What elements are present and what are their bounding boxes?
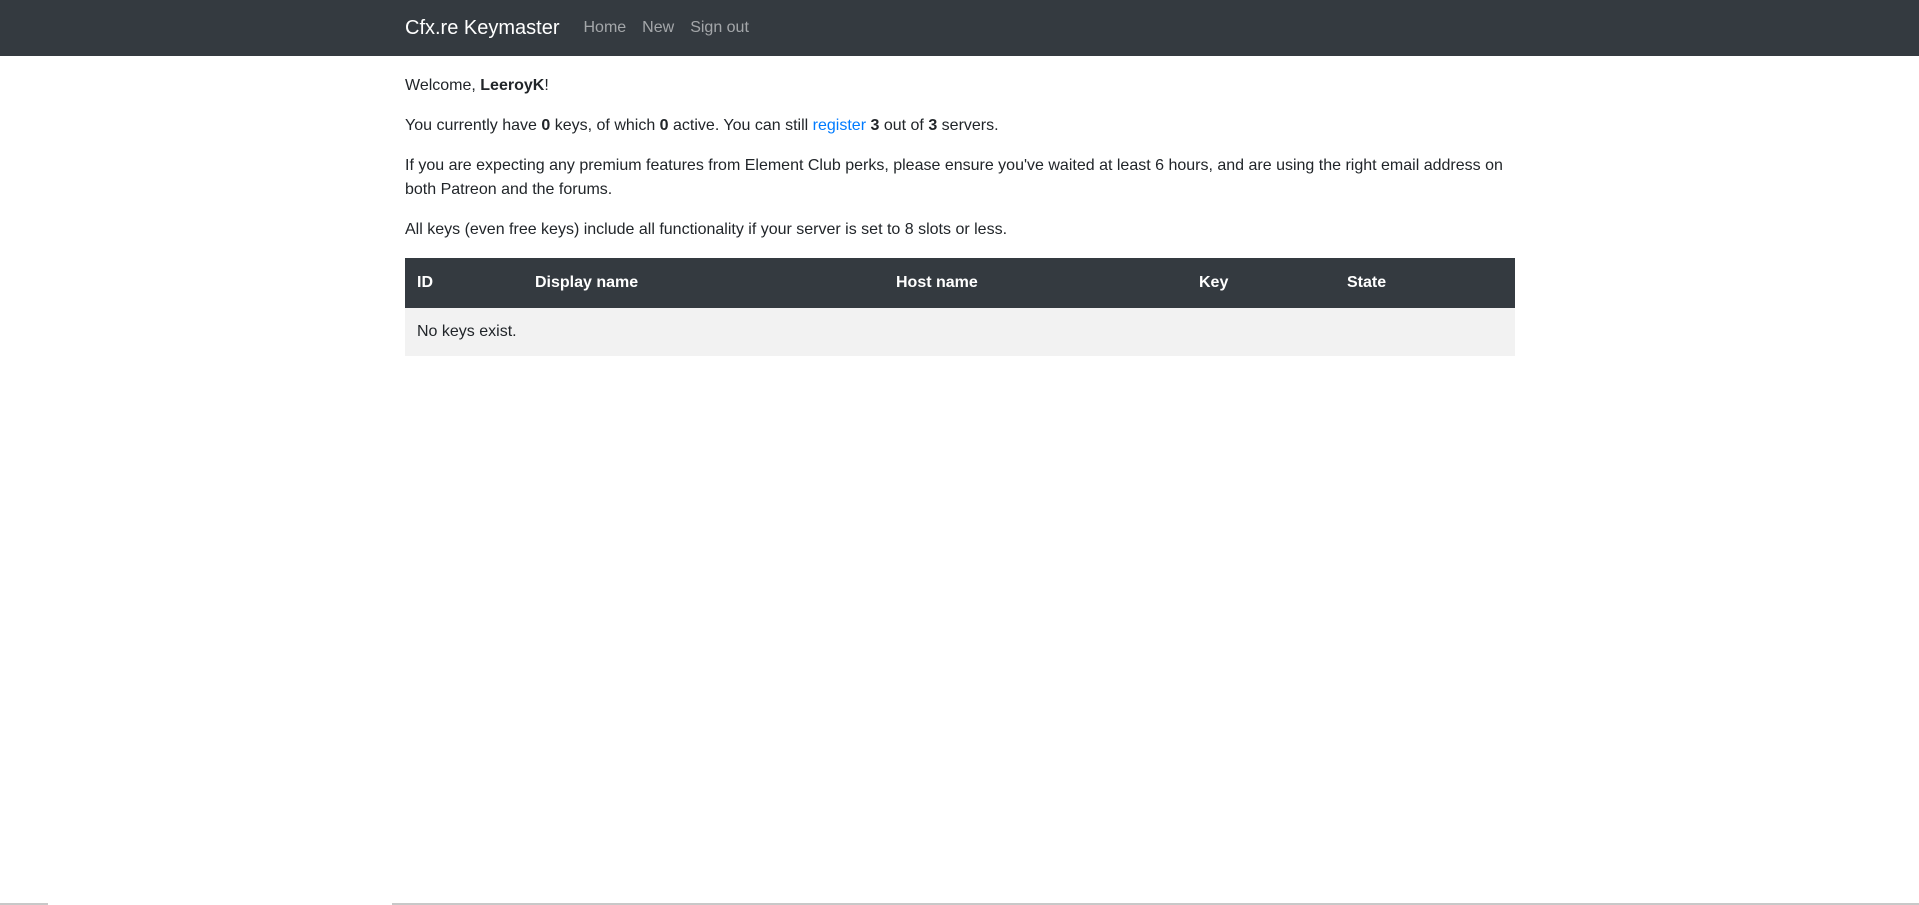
free-keys-notice: All keys (even free keys) include all fu… <box>405 221 1008 238</box>
main-container: Welcome, LeeroyK! You currently have 0 k… <box>405 56 1515 356</box>
welcome-prefix: Welcome, <box>405 77 481 94</box>
column-header-host-name: Host name <box>896 274 978 291</box>
keys-table: ID Display name Host name Key State No k… <box>405 258 1515 356</box>
keys-summary-text-1: You currently have <box>405 117 542 134</box>
premium-notice: If you are expecting any premium feature… <box>405 157 1503 198</box>
column-header-id: ID <box>417 274 433 291</box>
empty-message: No keys exist. <box>417 323 517 340</box>
keys-table-head: ID Display name Host name Key State <box>405 258 1515 308</box>
keys-summary-text-3: active. You can still <box>668 117 813 134</box>
brand-link[interactable]: Cfx.re Keymaster <box>405 17 559 40</box>
nav-inner: Cfx.re Keymaster Home New Sign out <box>405 0 765 56</box>
table-row-empty: No keys exist. <box>405 308 1515 356</box>
nav-link-new[interactable]: New <box>642 19 674 37</box>
keys-summary-text-5: out of <box>879 117 929 134</box>
register-link[interactable]: register <box>813 117 866 134</box>
keys-table-header-row: ID Display name Host name Key State <box>405 258 1515 308</box>
keys-summary-text-2: keys, of which <box>550 117 660 134</box>
column-header-display-name: Display name <box>535 274 639 291</box>
keys-summary-text-6: servers. <box>937 117 999 134</box>
total-count: 3 <box>928 117 938 134</box>
username: LeeroyK <box>480 77 545 94</box>
welcome-text: Welcome, LeeroyK! <box>405 74 1515 98</box>
nav-link-home[interactable]: Home <box>583 19 626 37</box>
column-header-key: Key <box>1199 274 1229 291</box>
column-header-state: State <box>1347 274 1387 291</box>
active-count: 0 <box>659 117 669 134</box>
welcome-suffix: ! <box>544 77 549 94</box>
keys-summary: You currently have 0 keys, of which 0 ac… <box>405 114 1515 138</box>
nav-link-sign-out[interactable]: Sign out <box>690 19 749 37</box>
top-navbar: Cfx.re Keymaster Home New Sign out <box>0 0 1919 56</box>
keys-table-body: No keys exist. <box>405 308 1515 356</box>
keys-count: 0 <box>541 117 551 134</box>
